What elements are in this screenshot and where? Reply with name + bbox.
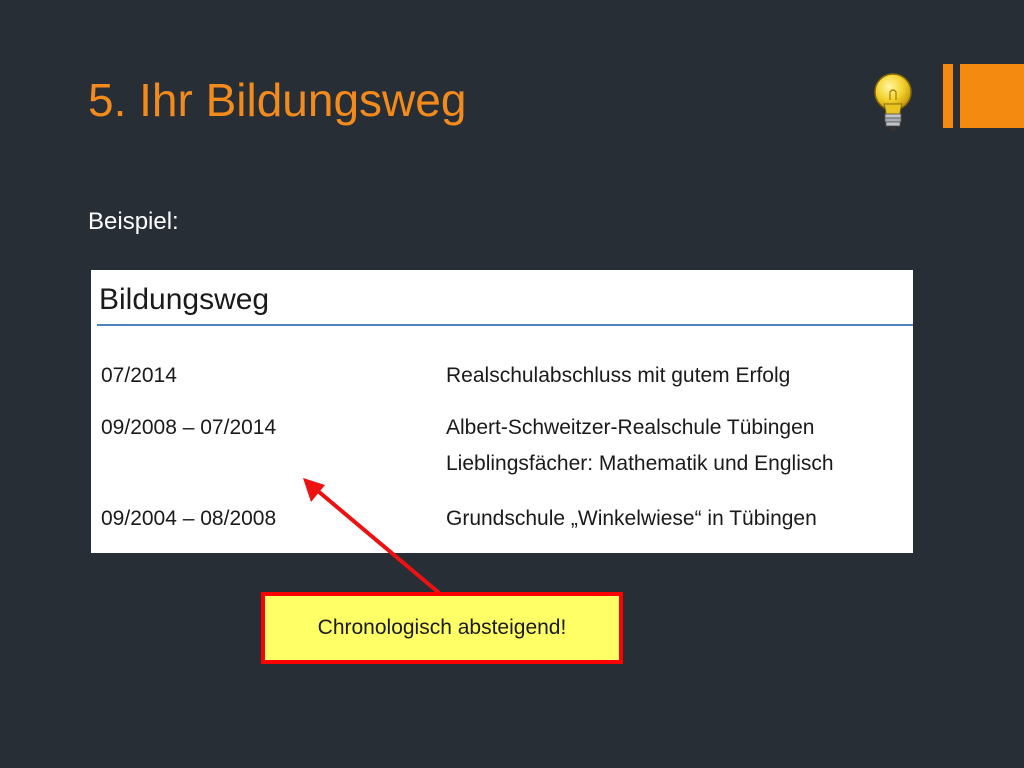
callout-text: Chronologisch absteigend! bbox=[317, 616, 567, 639]
cv-heading: Bildungsweg bbox=[99, 283, 270, 316]
accent-bar-thin bbox=[943, 64, 953, 128]
entry-date: 07/2014 bbox=[101, 364, 177, 387]
accent-bar-wide bbox=[960, 64, 1024, 128]
entry-description: Lieblingsfächer: Mathematik und Englisch bbox=[446, 452, 834, 475]
intro-label: Beispiel: bbox=[88, 208, 179, 235]
slide-title: 5. Ihr Bildungsweg bbox=[88, 74, 467, 126]
callout-box: Chronologisch absteigend! bbox=[261, 592, 623, 664]
lightbulb-icon bbox=[874, 73, 912, 131]
cv-heading-rule bbox=[97, 324, 913, 326]
entry-description: Realschulabschluss mit gutem Erfolg bbox=[446, 364, 791, 387]
entry-date: 09/2008 – 07/2014 bbox=[101, 416, 277, 439]
cv-excerpt-image: Bildungsweg 07/2014 Realschulabschluss m… bbox=[91, 270, 913, 553]
entry-date: 09/2004 – 08/2008 bbox=[101, 507, 277, 530]
entry-description: Albert-Schweitzer-Realschule Tübingen bbox=[446, 416, 815, 439]
entry-description: Grundschule „Winkelwiese“ in Tübingen bbox=[446, 507, 817, 530]
